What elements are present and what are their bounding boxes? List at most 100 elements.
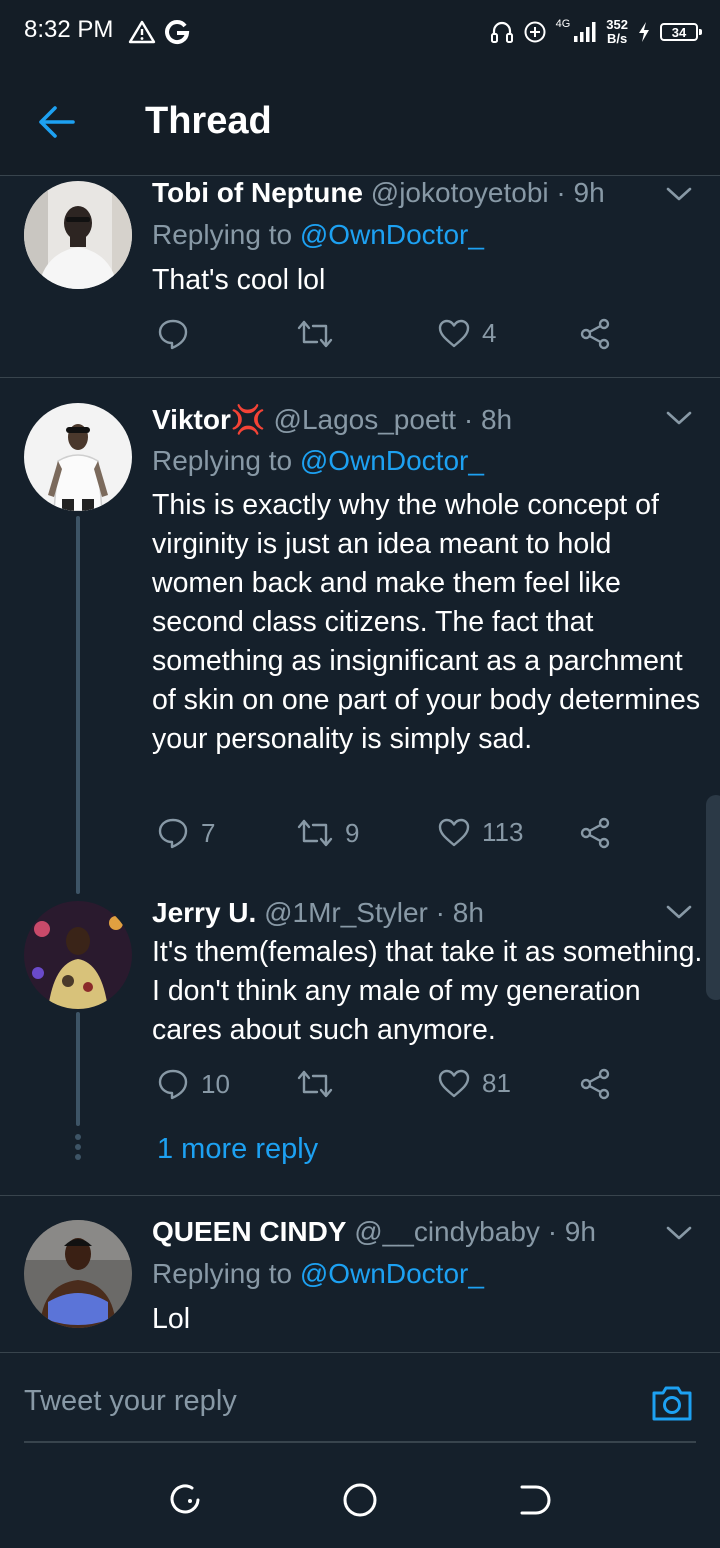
scroll-handle[interactable] <box>706 795 720 1000</box>
anger-emoji: 💢 <box>230 404 266 435</box>
reply-button[interactable]: 10 <box>157 1068 230 1100</box>
retweet-button[interactable] <box>297 318 345 350</box>
divider <box>0 377 720 378</box>
author-name[interactable]: Tobi of Neptune <box>152 177 363 208</box>
page-title: Thread <box>145 100 272 142</box>
like-button[interactable]: 113 <box>438 817 523 848</box>
author-handle: @__cindybaby <box>354 1216 540 1247</box>
mention-link[interactable]: @OwnDoctor_ <box>300 445 484 476</box>
avatar[interactable] <box>24 181 132 289</box>
avatar[interactable] <box>24 1220 132 1328</box>
tweet-time: · 8h <box>463 404 513 435</box>
reply-count: 10 <box>201 1068 230 1099</box>
tweet-actions: 10 81 <box>0 1068 720 1108</box>
tweet-header: Viktor💢 @Lagos_poett · 8h <box>152 403 512 436</box>
retweet-icon <box>297 1070 333 1098</box>
like-button[interactable]: 4 <box>438 318 496 349</box>
tweet-text: This is exactly why the whole concept of… <box>152 489 701 755</box>
google-icon <box>165 20 190 45</box>
tweet-header: QUEEN CINDY @__cindybaby · 9h <box>152 1216 596 1248</box>
network-speed: 352 B/s <box>606 17 628 46</box>
network-type: 4G <box>555 17 571 30</box>
share-button[interactable] <box>579 1068 611 1100</box>
chevron-down-icon[interactable] <box>664 1218 694 1248</box>
camera-icon[interactable] <box>650 1381 694 1425</box>
retweet-icon <box>297 819 333 847</box>
tweet-header: Tobi of Neptune @jokotoyetobi · 9h <box>152 177 605 209</box>
tweet-text: Lol <box>152 1303 191 1335</box>
author-name[interactable]: QUEEN CINDY <box>152 1216 346 1247</box>
tweet-time: · 9h <box>547 1216 596 1247</box>
author-handle: @jokotoyetobi <box>370 177 549 208</box>
avatar[interactable] <box>24 403 132 511</box>
mention-link[interactable]: @OwnDoctor_ <box>300 1258 484 1289</box>
battery-level: 34 <box>660 23 702 41</box>
tweet-actions: 4 <box>0 318 720 358</box>
tweet-card[interactable]: Tobi of Neptune @jokotoyetobi · 9h Reply… <box>0 177 720 377</box>
avatar-image <box>24 1220 132 1328</box>
reply-button[interactable] <box>157 318 201 350</box>
reply-composer <box>0 1352 720 1452</box>
arrow-left-icon <box>39 106 75 138</box>
back-nav-icon[interactable] <box>514 1480 554 1520</box>
share-button[interactable] <box>579 318 611 350</box>
author-handle: @Lagos_poett <box>273 404 457 435</box>
chevron-down-icon[interactable] <box>664 403 694 433</box>
charging-icon <box>639 22 649 42</box>
tweet-header: Jerry U. @1Mr_Styler · 8h <box>152 897 484 929</box>
retweet-icon <box>297 320 333 348</box>
share-button[interactable] <box>579 817 611 849</box>
share-icon <box>580 1068 610 1100</box>
tweet-card[interactable]: Jerry U. @1Mr_Styler · 8h It's them(fema… <box>0 897 720 1117</box>
headset-icon <box>490 21 513 43</box>
retweet-button[interactable]: 9 <box>297 817 359 849</box>
avatar-image <box>24 901 132 1009</box>
tweet-card[interactable]: QUEEN CINDY @__cindybaby · 9h Replying t… <box>0 1216 720 1352</box>
tweet-text: That's cool lol <box>152 264 326 296</box>
share-icon <box>580 817 610 849</box>
system-nav-bar <box>0 1452 720 1548</box>
retweet-button[interactable] <box>297 1068 345 1100</box>
thread-connector <box>76 516 80 894</box>
recent-apps-icon[interactable] <box>166 1480 206 1520</box>
divider <box>0 1195 720 1196</box>
heart-icon <box>438 1069 470 1097</box>
thread-dots <box>75 1134 81 1164</box>
tweet-time: · 8h <box>435 897 484 928</box>
replying-to: Replying to @OwnDoctor_ <box>152 1258 484 1289</box>
author-name[interactable]: Jerry U. <box>152 897 256 928</box>
status-bar: 8:32 PM 4G 352 B/s 34 <box>0 0 720 64</box>
home-icon[interactable] <box>340 1480 380 1520</box>
like-count: 81 <box>482 1068 511 1098</box>
more-replies-link[interactable]: 1 more reply <box>157 1133 318 1166</box>
share-icon <box>580 318 610 350</box>
avatar[interactable] <box>24 901 132 1009</box>
avatar-image <box>24 403 132 511</box>
author-handle: @1Mr_Styler <box>264 897 428 928</box>
reply-button[interactable]: 7 <box>157 817 215 849</box>
avatar-image <box>24 181 132 289</box>
retweet-count: 9 <box>345 817 360 848</box>
reply-count: 7 <box>201 817 216 848</box>
thread-connector <box>76 1012 80 1126</box>
like-button[interactable]: 81 <box>438 1068 511 1099</box>
data-saver-icon <box>524 21 546 43</box>
comment-icon <box>158 319 188 350</box>
input-underline <box>24 1441 696 1443</box>
status-left-icons <box>128 16 190 48</box>
comment-icon <box>158 818 188 849</box>
alert-triangle-icon <box>128 20 156 44</box>
heart-icon <box>438 818 470 846</box>
chevron-down-icon[interactable] <box>664 179 694 209</box>
back-button[interactable] <box>30 96 82 148</box>
tweet-time: · 9h <box>556 177 605 208</box>
tweet-card[interactable]: Viktor💢 @Lagos_poett · 8h Replying to @O… <box>0 403 720 883</box>
like-count: 4 <box>482 318 497 348</box>
chevron-down-icon[interactable] <box>664 897 694 927</box>
author-name[interactable]: Viktor <box>152 404 231 435</box>
mention-link[interactable]: @OwnDoctor_ <box>300 219 484 250</box>
replying-to: Replying to @OwnDoctor_ <box>152 445 484 476</box>
reply-input[interactable] <box>24 1385 624 1418</box>
signal-icon <box>574 22 596 42</box>
status-right: 4G 352 B/s 34 <box>490 14 702 50</box>
